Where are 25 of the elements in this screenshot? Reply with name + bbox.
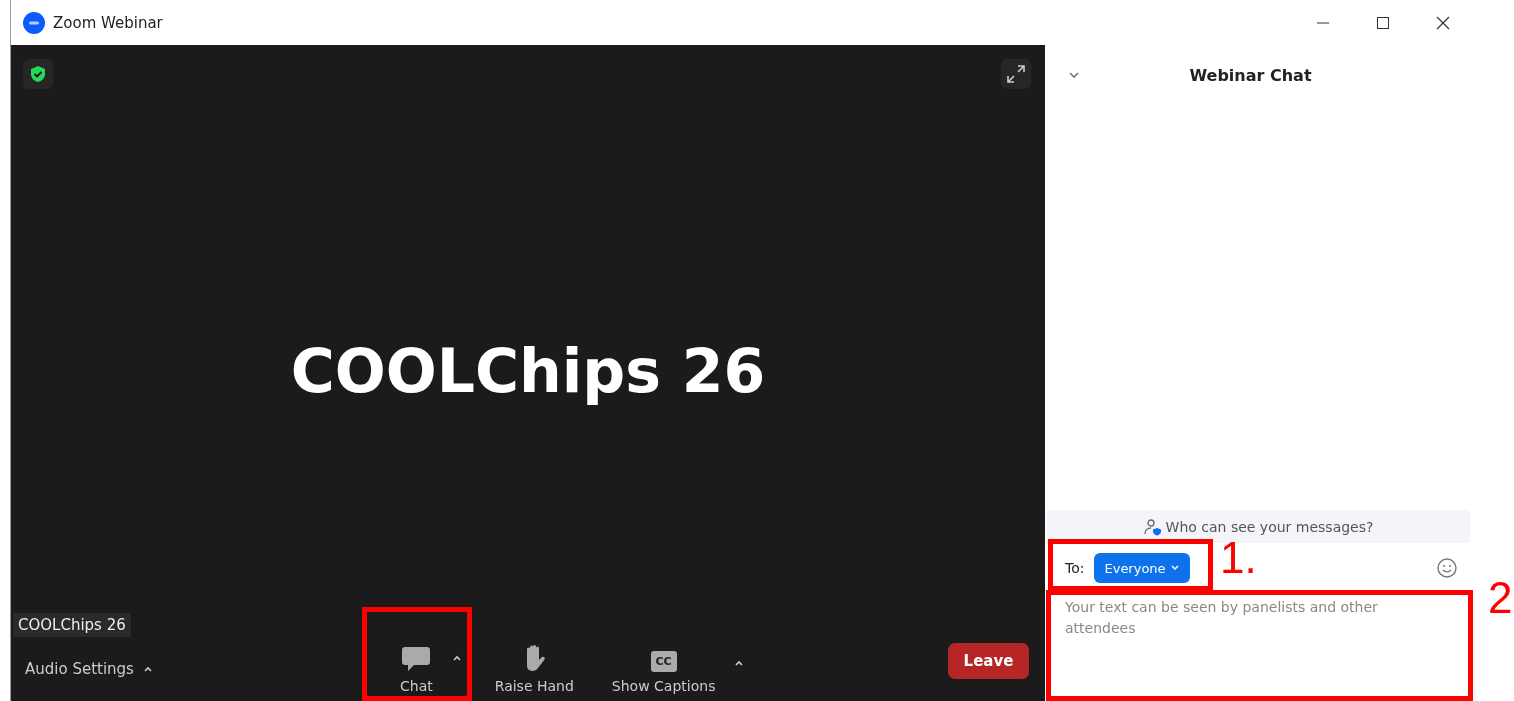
window-title: Zoom Webinar	[53, 13, 164, 32]
chevron-down-icon	[1169, 564, 1180, 572]
raise-hand-button[interactable]: Raise Hand	[488, 644, 580, 694]
shield-check-icon[interactable]	[23, 59, 53, 89]
participant-name: COOLChips 26	[13, 613, 131, 637]
chevron-down-icon[interactable]	[1067, 70, 1081, 80]
emoji-icon[interactable]	[1436, 557, 1458, 579]
close-icon	[1436, 15, 1450, 30]
video-title: COOLChips 26	[290, 336, 766, 406]
maximize-icon	[1376, 15, 1390, 30]
speech-bubble-icon	[401, 646, 432, 672]
captions-badge: CC	[650, 651, 677, 672]
person-shield-icon	[1143, 517, 1162, 536]
fullscreen-icon[interactable]	[1001, 59, 1031, 89]
app-logo-icon	[23, 11, 45, 34]
recipient-dropdown[interactable]: Everyone	[1094, 553, 1190, 583]
audio-settings-button[interactable]: Audio Settings	[25, 660, 154, 678]
annotation-number: 2	[1488, 576, 1513, 620]
captions-button[interactable]: CC Show Captions	[605, 651, 722, 694]
privacy-link[interactable]: Who can see your messages?	[1047, 510, 1470, 543]
chat-button[interactable]: Chat	[394, 646, 439, 694]
leave-button[interactable]: Leave	[948, 643, 1029, 679]
chat-title: Webinar Chat	[1188, 65, 1313, 85]
minimize-icon	[1316, 21, 1330, 24]
to-label: To:	[1065, 560, 1085, 576]
